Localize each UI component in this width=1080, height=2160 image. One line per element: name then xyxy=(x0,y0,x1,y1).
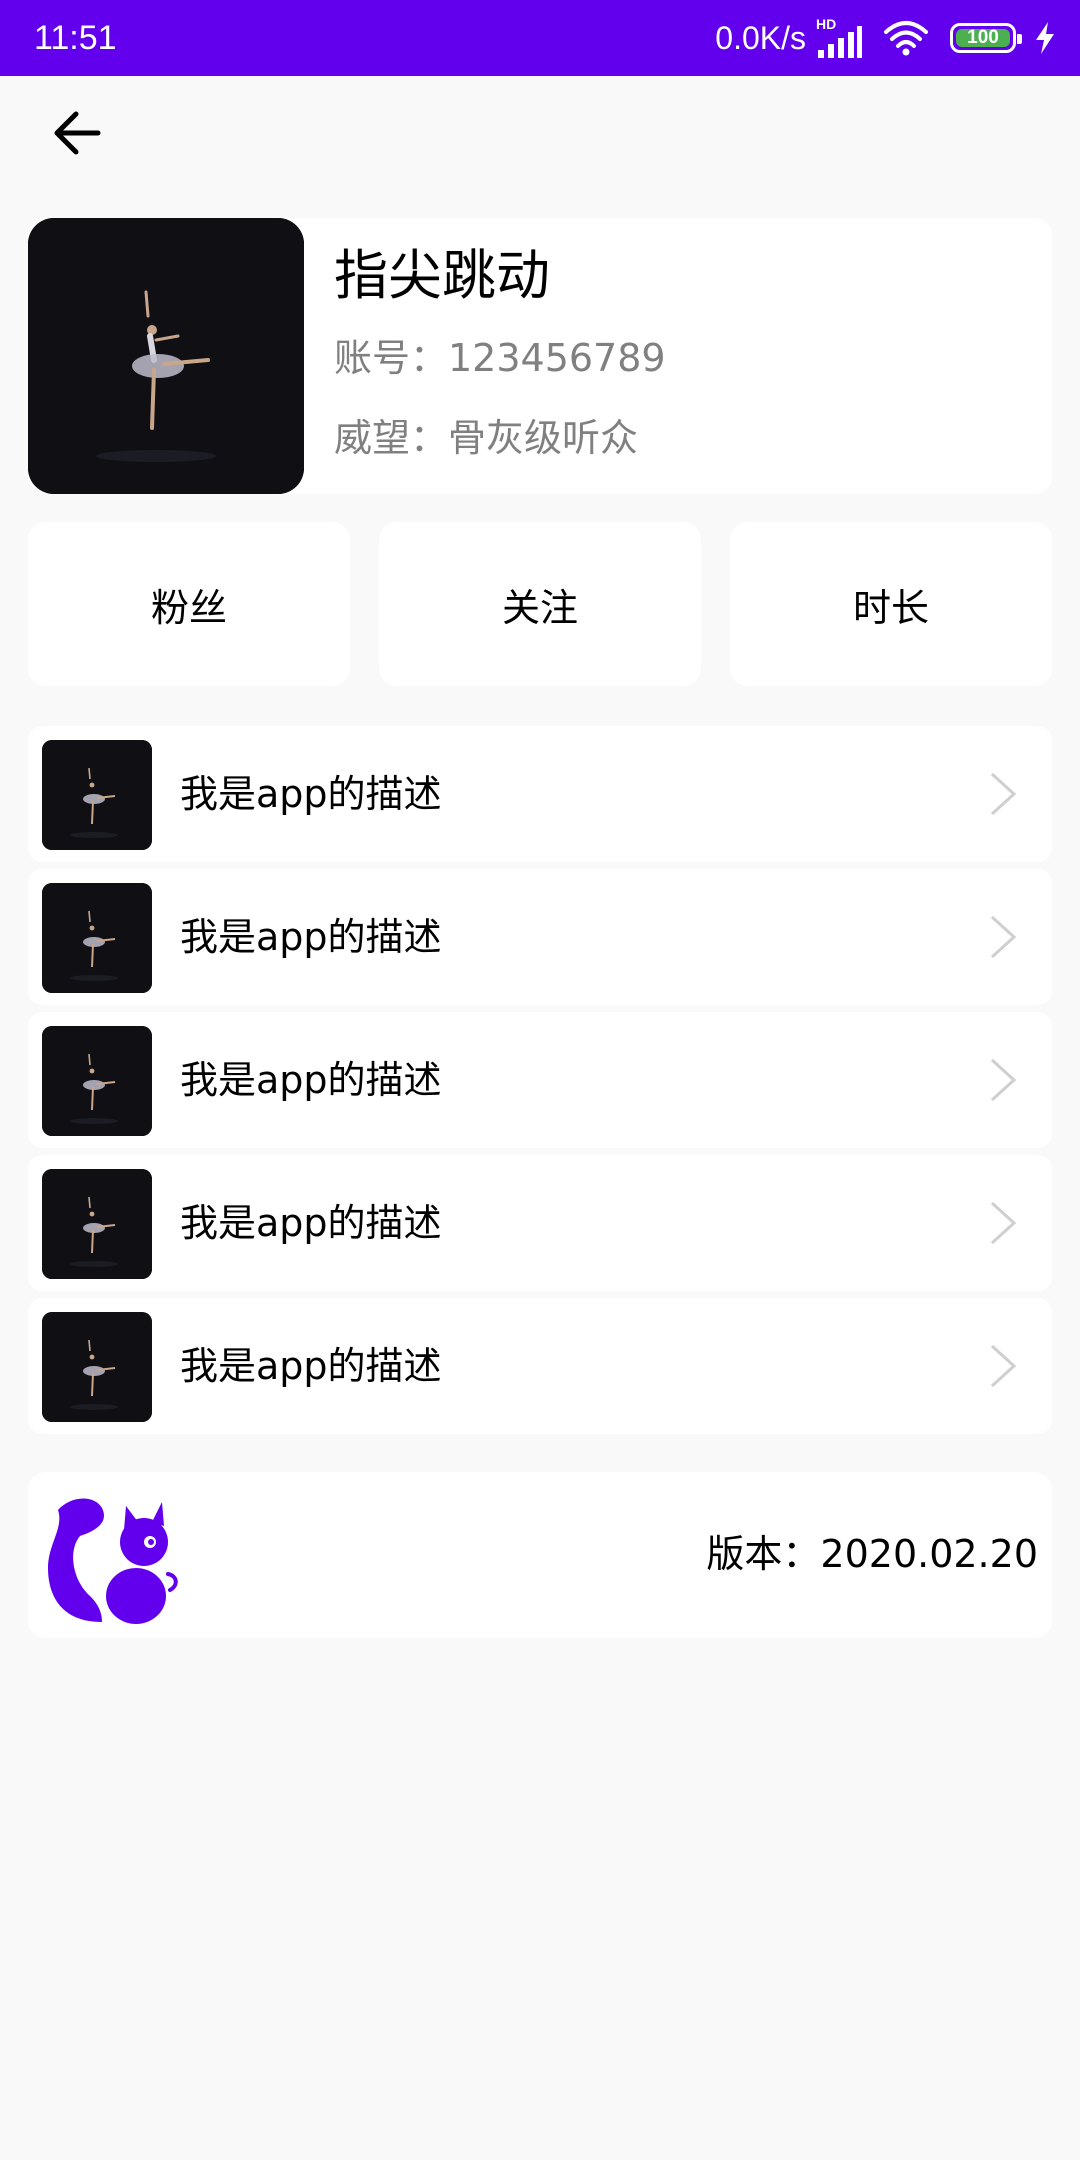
list-item-label: 我是app的描述 xyxy=(180,1201,442,1245)
stat-duration[interactable]: 时长 xyxy=(730,522,1052,686)
arrow-left-icon xyxy=(54,111,101,155)
status-bar: 11:51 0.0K/s HD 100 xyxy=(0,0,1080,76)
list-item-label: 我是app的描述 xyxy=(180,1058,442,1102)
stat-fans[interactable]: 粉丝 xyxy=(28,522,350,686)
charging-bolt-icon xyxy=(1036,22,1054,54)
profile-name: 指尖跳动 xyxy=(334,244,550,307)
status-time: 11:51 xyxy=(34,19,117,57)
status-icons: 0.0K/s HD 100 xyxy=(715,12,1056,64)
ballet-dancer-photo xyxy=(28,218,304,494)
chevron-right-icon xyxy=(990,1344,1017,1388)
profile-card: 指尖跳动 账号：123456789 威望：骨灰级听众 xyxy=(28,218,1052,494)
avatar[interactable] xyxy=(28,218,304,494)
list-item-label: 我是app的描述 xyxy=(180,772,442,816)
list-thumbnail xyxy=(42,1312,152,1422)
chevron-right-icon xyxy=(990,1058,1017,1102)
wifi-icon xyxy=(884,21,928,56)
stat-following[interactable]: 关注 xyxy=(379,522,701,686)
version-label: 版本：2020.02.20 xyxy=(706,1532,1038,1576)
list-thumbnail xyxy=(42,1026,152,1136)
list-item-label: 我是app的描述 xyxy=(180,915,442,959)
list-thumbnail xyxy=(42,1169,152,1279)
battery-level: 100 xyxy=(956,27,1010,48)
list-item[interactable]: 我是app的描述 xyxy=(28,869,1052,1005)
list-thumbnail xyxy=(42,740,152,850)
chevron-right-icon xyxy=(990,1201,1017,1245)
list-thumbnail xyxy=(42,883,152,993)
list-item-label: 我是app的描述 xyxy=(180,1344,442,1388)
chevron-right-icon xyxy=(990,915,1017,959)
list-item[interactable]: 我是app的描述 xyxy=(28,726,1052,862)
list-item[interactable]: 我是app的描述 xyxy=(28,1155,1052,1291)
squirrel-logo xyxy=(48,1498,178,1624)
hd-signal-icon: HD xyxy=(816,16,862,58)
back-button[interactable] xyxy=(44,100,110,166)
chevron-right-icon xyxy=(990,772,1017,816)
list-item[interactable]: 我是app的描述 xyxy=(28,1012,1052,1148)
version-card: 版本：2020.02.20 xyxy=(28,1472,1052,1638)
profile-rank: 威望：骨灰级听众 xyxy=(334,416,639,460)
profile-account: 账号：123456789 xyxy=(334,336,666,380)
network-speed: 0.0K/s xyxy=(715,19,806,56)
battery-icon: 100 xyxy=(950,23,1022,53)
list-item[interactable]: 我是app的描述 xyxy=(28,1298,1052,1434)
